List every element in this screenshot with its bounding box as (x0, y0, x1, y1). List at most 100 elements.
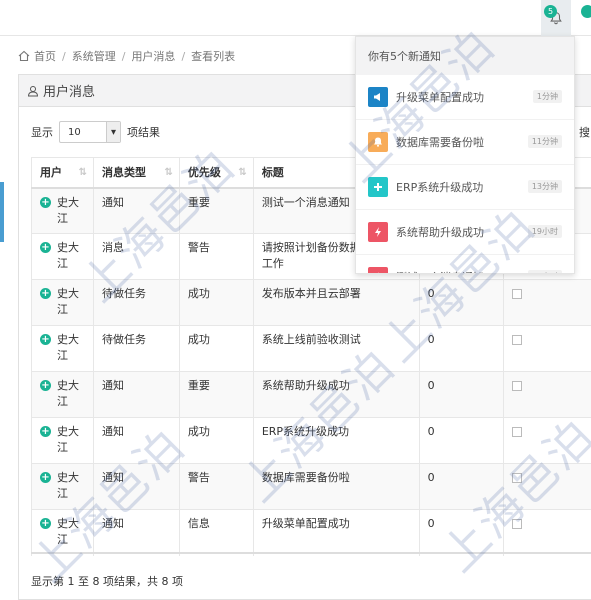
table-bottom-border (31, 552, 591, 554)
column-message-type[interactable]: 消息类型 ⇅ (92, 157, 180, 189)
plus-icon (368, 177, 388, 197)
panel-title: 用户消息 (43, 85, 96, 100)
title-cell: 升级菜单配置成功 (252, 509, 420, 556)
message-type-cell: 待做任务 (92, 325, 180, 372)
notification-item[interactable]: 测试一个消息通知 19小时 (356, 255, 574, 273)
message-type-cell: 通知 (92, 463, 180, 510)
notification-time: 13分钟 (527, 180, 562, 193)
checkbox-cell (502, 279, 591, 326)
breadcrumb-home[interactable]: 首页 (34, 48, 56, 64)
checkbox-cell (502, 463, 591, 510)
user-cell: + 史大江 (31, 233, 94, 280)
row-checkbox[interactable] (511, 335, 522, 345)
sort-icon: ⇅ (164, 167, 173, 178)
column-user[interactable]: 用户 ⇅ (31, 157, 94, 189)
page-size-value: 10 (68, 126, 81, 138)
user-cell: + 史大江 (31, 187, 94, 234)
user-name: 史大江 (57, 425, 79, 454)
breadcrumb: 首页 / 系统管理 / 用户消息 / 查看列表 (18, 46, 235, 66)
user-name: 史大江 (57, 287, 79, 316)
sort-icon: ⇅ (238, 167, 247, 178)
checkbox-cell (502, 509, 591, 556)
title-cell: 系统帮助升级成功 (252, 371, 420, 418)
table-info: 显示第 1 至 8 项结果，共 8 项 (31, 575, 183, 588)
chevron-down-icon: ▾ (106, 122, 120, 142)
expand-row-icon[interactable]: + (40, 380, 51, 391)
user-cell: + 史大江 (31, 509, 94, 556)
table-row[interactable]: + 史大江 通知 警告 数据库需要备份啦 0 (31, 463, 591, 510)
user-icon (27, 85, 39, 96)
user-cell: + 史大江 (31, 417, 94, 464)
notification-count-badge: 5 (544, 5, 557, 18)
message-type-cell: 通知 (92, 187, 180, 234)
expand-row-icon[interactable]: + (40, 334, 51, 345)
expand-row-icon[interactable]: + (40, 196, 51, 208)
notification-text: 数据库需要备份啦 (396, 136, 484, 149)
row-checkbox[interactable] (511, 381, 522, 391)
notifications-dropdown: 你有5个新通知 升级菜单配置成功 1分钟 数据库需要备份啦 11分钟 ERP系统升级成功… (355, 36, 575, 274)
sidebar-active-marker (0, 182, 4, 242)
notifications-button[interactable]: 5 (541, 0, 571, 36)
notification-time: 11分钟 (527, 135, 562, 148)
count-cell: 0 (418, 371, 504, 418)
notification-text: 系统帮助升级成功 (396, 226, 484, 239)
page-size-select[interactable]: 10 ▾ (59, 121, 121, 143)
count-cell: 0 (418, 325, 504, 372)
breadcrumb-user-messages[interactable]: 用户消息 (131, 48, 175, 64)
bell-icon (368, 132, 388, 152)
top-navbar: 5 (0, 0, 591, 36)
priority-cell: 警告 (178, 463, 254, 510)
notification-item[interactable]: 系统帮助升级成功 19小时 (356, 210, 574, 255)
notification-text: ERP系统升级成功 (396, 181, 484, 194)
expand-row-icon[interactable]: + (40, 242, 51, 253)
table-row[interactable]: + 史大江 通知 成功 ERP系统升级成功 0 (31, 417, 591, 464)
priority-cell: 成功 (178, 325, 254, 372)
column-priority[interactable]: 优先级 ⇅ (178, 157, 254, 189)
table-row[interactable]: + 史大江 待做任务 成功 发布版本并且云部署 0 (31, 279, 591, 326)
notification-item[interactable]: 升级菜单配置成功 1分钟 (356, 75, 574, 120)
message-type-cell: 通知 (92, 371, 180, 418)
message-type-cell: 待做任务 (92, 279, 180, 326)
breadcrumb-system-management[interactable]: 系统管理 (72, 48, 116, 64)
count-cell: 0 (418, 417, 504, 464)
breadcrumb-view-list: 查看列表 (191, 50, 236, 63)
priority-cell: 重要 (178, 371, 254, 418)
user-name: 史大江 (57, 195, 79, 225)
notification-time: 19小时 (527, 270, 562, 273)
notification-time: 19小时 (527, 225, 562, 238)
user-cell: + 史大江 (31, 325, 94, 372)
table-row[interactable]: + 史大江 通知 信息 升级菜单配置成功 0 (31, 509, 591, 556)
expand-row-icon[interactable]: + (40, 518, 51, 529)
row-checkbox[interactable] (511, 427, 522, 437)
row-checkbox[interactable] (511, 289, 522, 299)
title-cell: ERP系统升级成功 (252, 417, 420, 464)
user-name: 史大江 (57, 333, 79, 362)
megaphone-icon (368, 87, 388, 107)
table-row[interactable]: + 史大江 通知 重要 系统帮助升级成功 0 (31, 371, 591, 418)
show-label: 显示 (31, 126, 53, 139)
bolt-icon (368, 267, 388, 273)
expand-row-icon[interactable]: + (40, 288, 51, 299)
row-checkbox[interactable] (511, 473, 522, 483)
priority-cell: 重要 (178, 187, 254, 234)
priority-cell: 信息 (178, 509, 254, 556)
message-type-cell: 通知 (92, 417, 180, 464)
expand-row-icon[interactable]: + (40, 472, 51, 483)
expand-row-icon[interactable]: + (40, 426, 51, 437)
checkbox-cell (502, 371, 591, 418)
secondary-badge[interactable] (581, 5, 591, 18)
row-checkbox[interactable] (511, 519, 522, 529)
user-cell: + 史大江 (31, 463, 94, 510)
page-size-control: 显示 10 ▾ 项结果 (31, 121, 160, 143)
notification-time: 1分钟 (532, 90, 562, 103)
table-row[interactable]: + 史大江 待做任务 成功 系统上线前验收测试 0 (31, 325, 591, 372)
priority-cell: 成功 (178, 279, 254, 326)
notification-text: 升级菜单配置成功 (396, 91, 484, 104)
checkbox-cell (502, 417, 591, 464)
user-cell: + 史大江 (31, 279, 94, 326)
notification-item[interactable]: ERP系统升级成功 13分钟 (356, 165, 574, 210)
notification-item[interactable]: 数据库需要备份啦 11分钟 (356, 120, 574, 165)
title-cell: 数据库需要备份啦 (252, 463, 420, 510)
count-cell: 0 (418, 509, 504, 556)
search-label: 搜 (579, 126, 590, 139)
